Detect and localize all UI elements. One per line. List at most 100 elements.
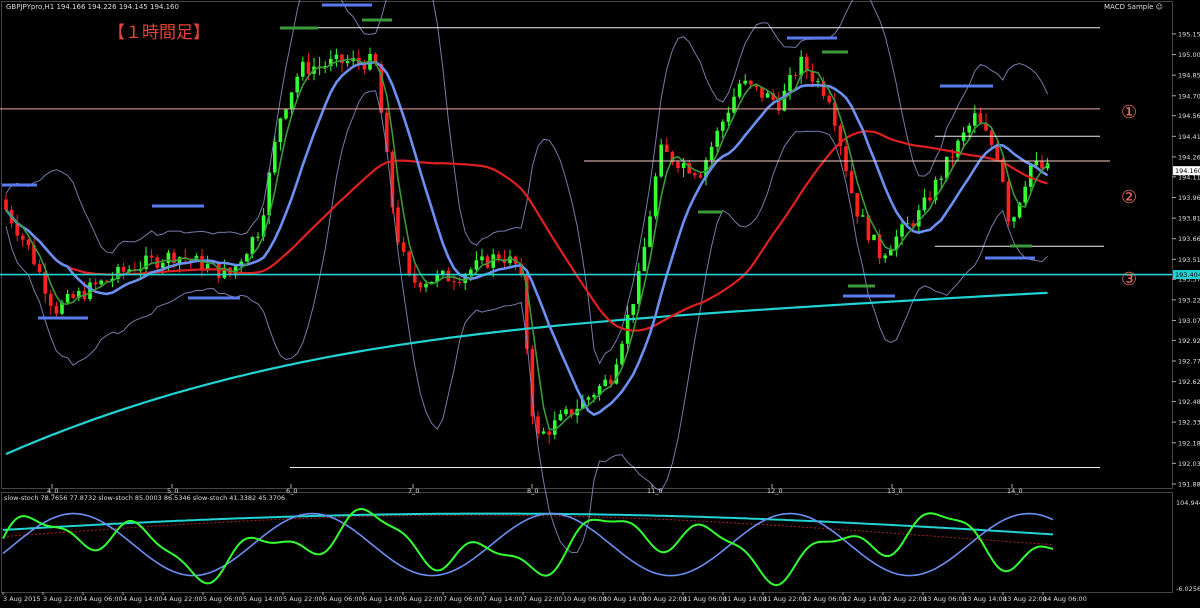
candle-body[interactable] <box>1034 161 1039 166</box>
candle-body[interactable] <box>71 294 75 298</box>
candle-body[interactable] <box>1012 217 1016 222</box>
candle-body[interactable] <box>586 397 591 400</box>
candle-body[interactable] <box>681 163 686 169</box>
candle-body[interactable] <box>765 93 770 98</box>
candle-body[interactable] <box>457 282 462 284</box>
candle-body[interactable] <box>149 255 154 258</box>
candle-body[interactable] <box>99 280 103 285</box>
candle-body[interactable] <box>295 76 299 93</box>
candle-body[interactable] <box>424 283 428 288</box>
candle-body[interactable] <box>698 175 703 178</box>
candle-body[interactable] <box>245 254 249 262</box>
candle-body[interactable] <box>726 112 731 122</box>
candle-body[interactable] <box>844 146 848 172</box>
candle-body[interactable] <box>732 96 736 113</box>
candle-body[interactable] <box>452 281 456 283</box>
candle-body[interactable] <box>37 264 42 273</box>
candle-body[interactable] <box>989 130 994 145</box>
candle-body[interactable] <box>1006 181 1011 222</box>
trading-chart[interactable]: 195.155 195.005 194.855 194.705 194.560 194.4… <box>0 0 1200 604</box>
candle-body[interactable] <box>88 282 92 300</box>
candle-body[interactable] <box>631 303 635 315</box>
candle-body[interactable] <box>541 431 546 434</box>
candle-body[interactable] <box>273 142 277 173</box>
candle-body[interactable] <box>4 199 8 210</box>
candle-body[interactable] <box>441 270 445 275</box>
candle-body[interactable] <box>676 162 680 169</box>
candle-body[interactable] <box>418 282 423 288</box>
candle-body[interactable] <box>749 80 753 85</box>
candle-body[interactable] <box>54 305 59 314</box>
candle-body[interactable] <box>872 234 876 241</box>
candle-body[interactable] <box>49 293 53 306</box>
candle-body[interactable] <box>939 178 943 180</box>
candle-body[interactable] <box>334 54 339 59</box>
candle-body[interactable] <box>665 144 669 152</box>
candle-body[interactable] <box>709 146 714 161</box>
candle-body[interactable] <box>849 171 854 194</box>
candle-body[interactable] <box>340 54 344 64</box>
candle-body[interactable] <box>26 239 31 246</box>
candle-body[interactable] <box>827 95 831 103</box>
candle-body[interactable] <box>21 235 25 240</box>
candle-body[interactable] <box>121 266 126 272</box>
candle-body[interactable] <box>917 210 921 227</box>
candle-body[interactable] <box>547 431 551 435</box>
time-tick-label: 14 Aug 06:00 <box>1043 595 1087 603</box>
candle-body[interactable] <box>256 236 260 238</box>
candle-body[interactable] <box>250 237 255 255</box>
candle-body[interactable] <box>721 121 725 131</box>
candle-body[interactable] <box>289 92 294 110</box>
candle-body[interactable] <box>446 270 451 282</box>
candle-body[interactable] <box>793 75 798 77</box>
candle-body[interactable] <box>161 262 165 268</box>
candle-body[interactable] <box>889 250 893 256</box>
candle-body[interactable] <box>715 130 719 147</box>
candle-body[interactable] <box>603 379 607 386</box>
candle-body[interactable] <box>1040 161 1044 169</box>
candle-body[interactable] <box>973 113 977 126</box>
candle-body[interactable] <box>345 61 350 64</box>
candle-body[interactable] <box>737 83 742 97</box>
candle-body[interactable] <box>810 71 815 82</box>
candle-body[interactable] <box>788 75 792 91</box>
candle-body[interactable] <box>536 416 540 434</box>
candle-body[interactable] <box>967 125 971 133</box>
candle-body[interactable] <box>782 90 787 111</box>
candle-body[interactable] <box>637 271 641 304</box>
candle-body[interactable] <box>1023 186 1027 203</box>
candle-body[interactable] <box>497 254 501 259</box>
candle-body[interactable] <box>558 414 563 421</box>
candle-body[interactable] <box>743 80 747 84</box>
candle-body[interactable] <box>166 252 171 263</box>
candle-body[interactable] <box>978 113 983 123</box>
candle-body[interactable] <box>816 81 820 83</box>
candle-body[interactable] <box>301 61 305 77</box>
candle-body[interactable] <box>553 420 557 435</box>
candle-body[interactable] <box>928 197 932 201</box>
candle-body[interactable] <box>900 224 904 237</box>
candle-body[interactable] <box>474 260 479 270</box>
candle-body[interactable] <box>653 176 658 217</box>
candle-body[interactable] <box>620 343 624 365</box>
indicator-name: MACD Sample ☺ <box>1104 3 1163 11</box>
candle-body[interactable] <box>693 173 697 176</box>
candle-body[interactable] <box>93 282 98 285</box>
candle-body[interactable] <box>306 61 311 74</box>
candle-body[interactable] <box>284 109 288 119</box>
candle-body[interactable] <box>883 255 887 259</box>
candle-body[interactable] <box>407 251 411 274</box>
candle-body[interactable] <box>922 197 927 211</box>
candle-body[interactable] <box>401 242 406 252</box>
candle-body[interactable] <box>480 256 484 261</box>
candle-body[interactable] <box>564 409 568 415</box>
candle-body[interactable] <box>65 294 70 303</box>
candle-body[interactable] <box>855 193 859 217</box>
candle-body[interactable] <box>278 118 283 143</box>
candle-body[interactable] <box>200 255 204 271</box>
candle-body[interactable] <box>950 156 955 158</box>
candle-body[interactable] <box>861 215 865 217</box>
candle-body[interactable] <box>592 395 596 398</box>
candle-body[interactable] <box>642 246 647 272</box>
candle-body[interactable] <box>648 216 652 247</box>
